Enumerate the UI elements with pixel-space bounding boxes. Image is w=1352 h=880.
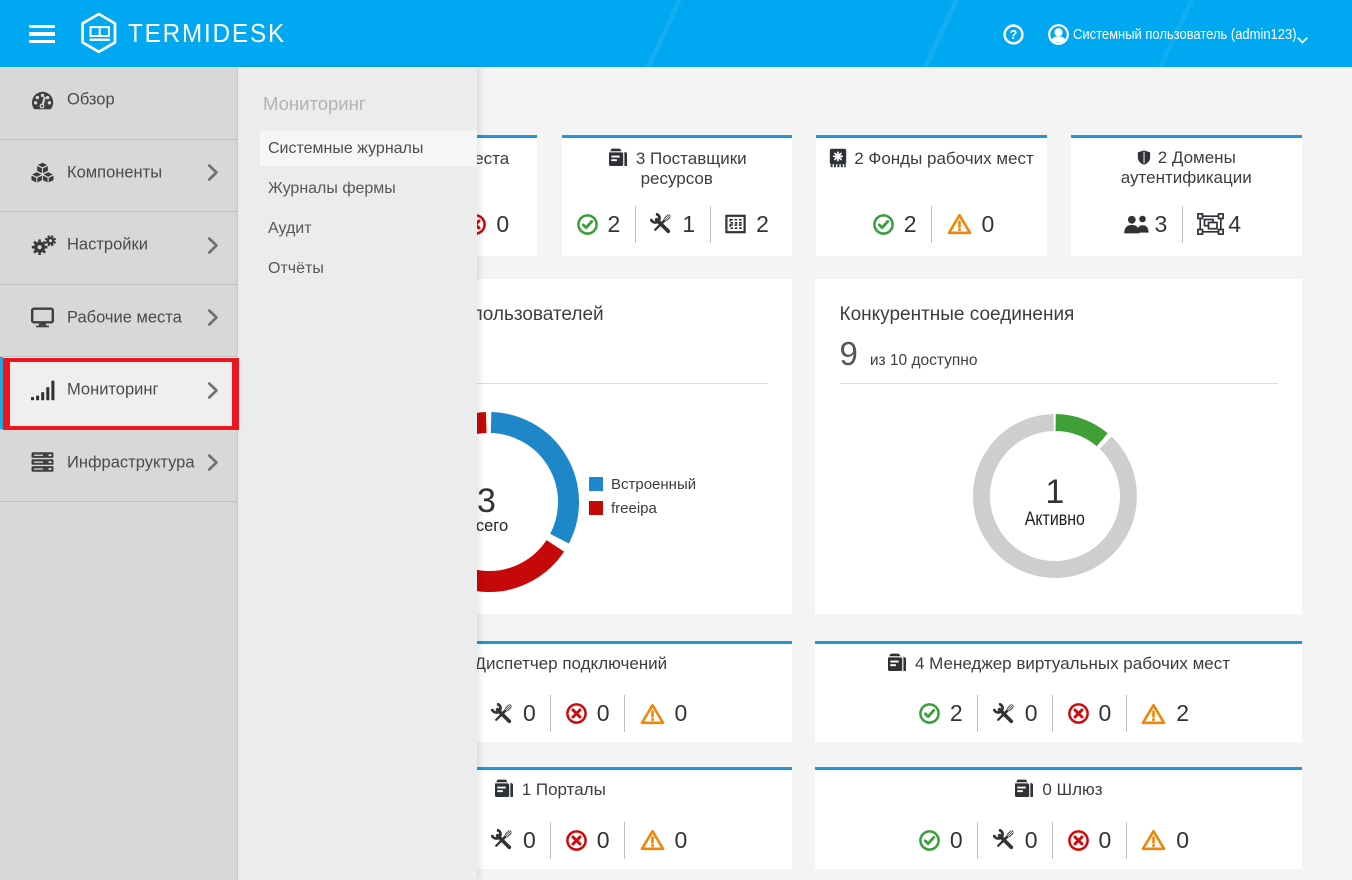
svg-text:?: ? bbox=[1010, 28, 1018, 42]
svg-text:TERMIDESK: TERMIDESK bbox=[128, 20, 286, 48]
